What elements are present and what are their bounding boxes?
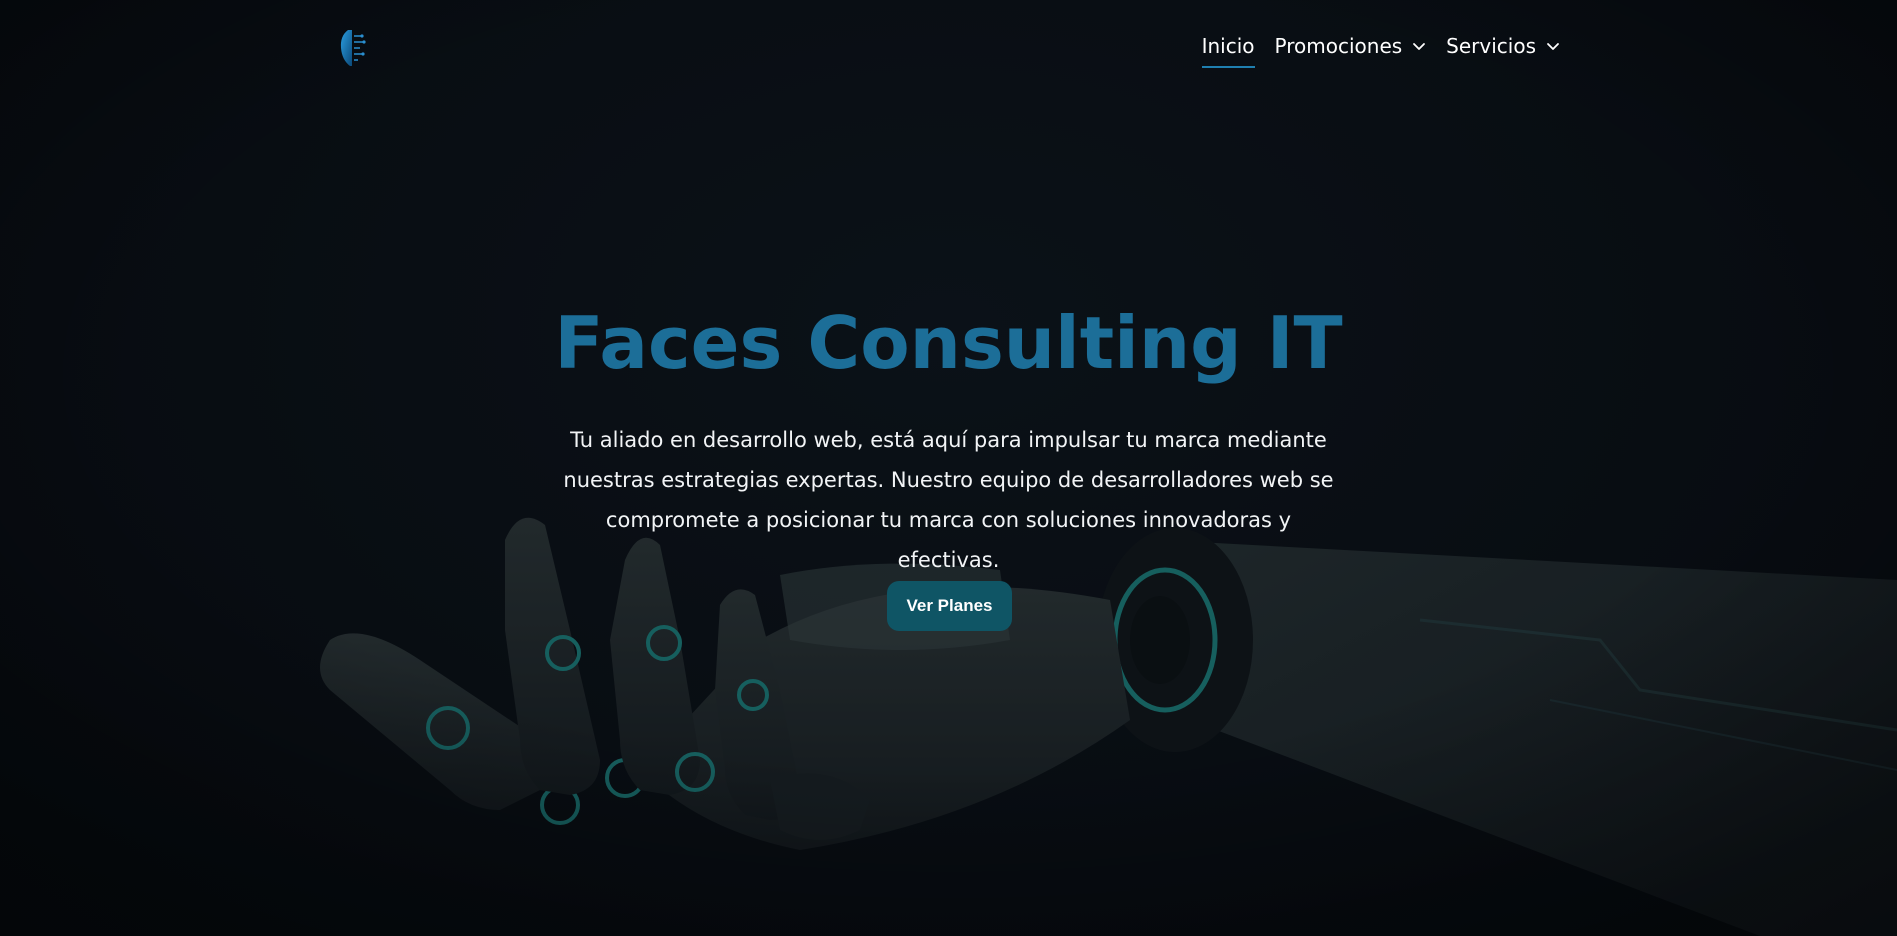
landing-page: Inicio Promociones Servicios Faces Consu… — [0, 0, 1897, 936]
ver-planes-button[interactable]: Ver Planes — [887, 581, 1012, 631]
hero-title: Faces Consulting IT — [554, 301, 1343, 385]
hero-section: Faces Consulting IT Tu aliado en desarro… — [0, 0, 1897, 936]
hero-description: Tu aliado en desarrollo web, está aquí p… — [563, 428, 1334, 572]
